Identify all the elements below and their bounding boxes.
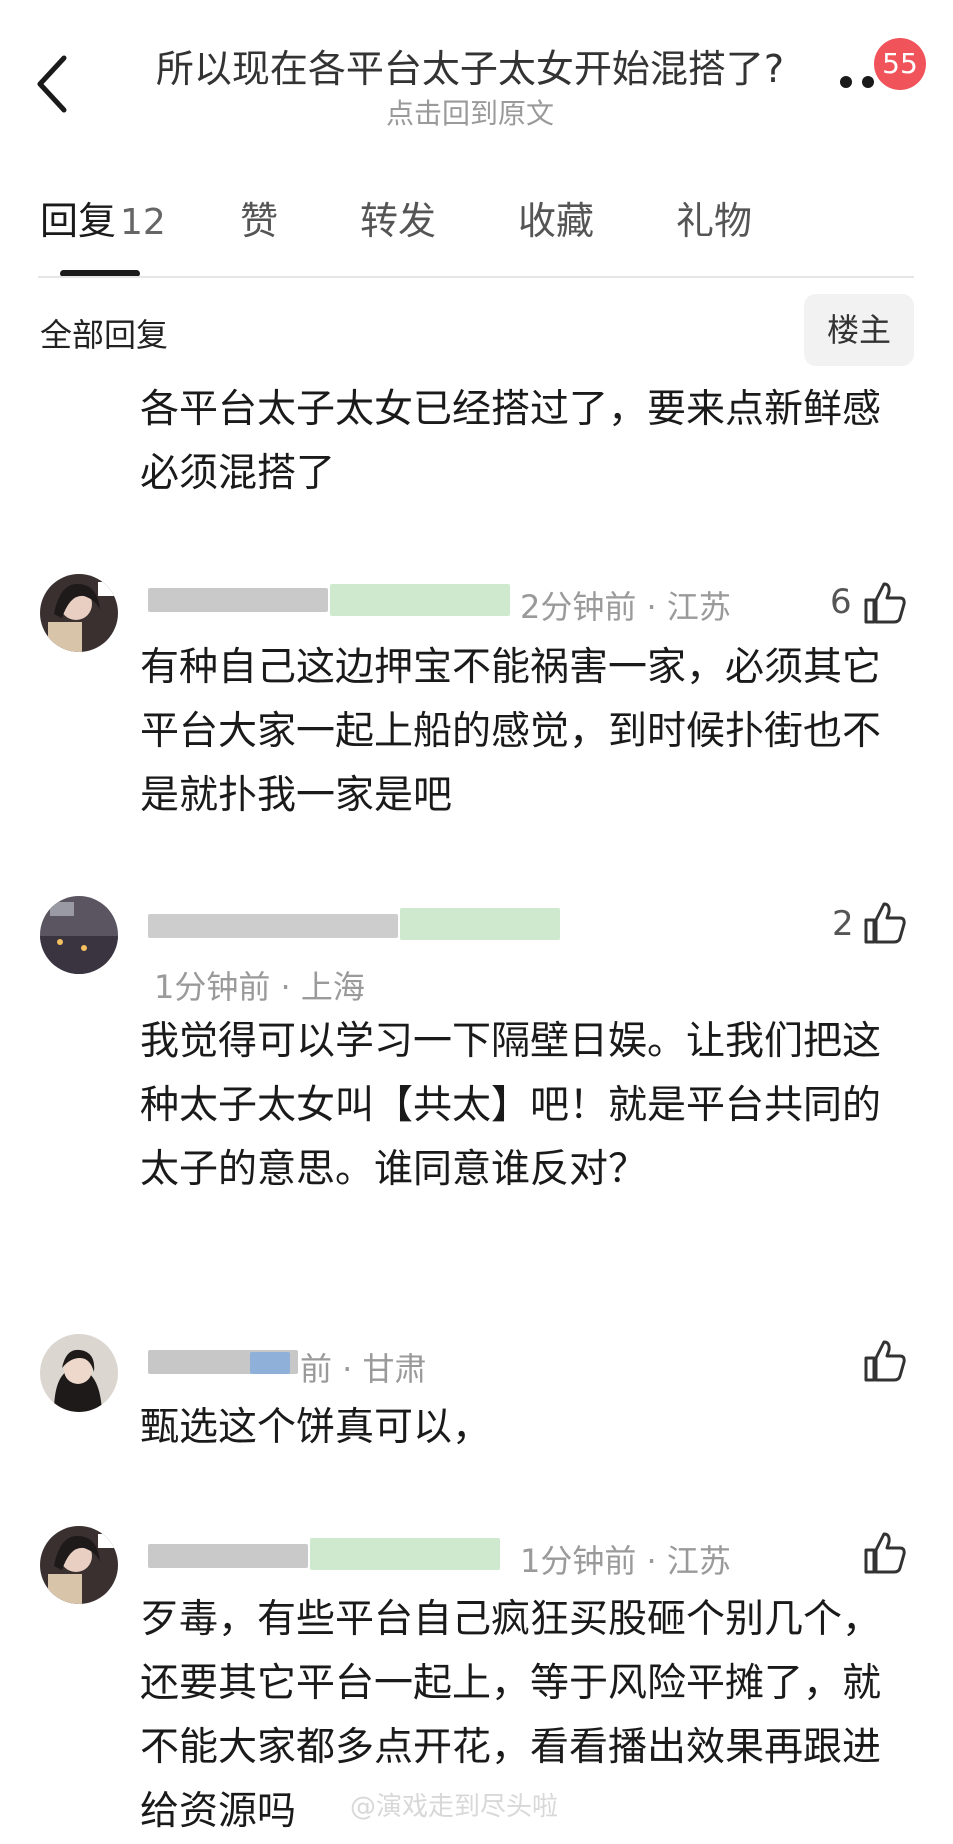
- all-replies-label: 全部回复: [40, 316, 169, 354]
- top-bar: 所以现在各平台太子太女开始混搭了? 点击回到原文 55: [0, 0, 953, 140]
- like-count: 2: [832, 904, 854, 944]
- tab-divider: [38, 276, 914, 278]
- tab-favorites[interactable]: 收藏: [518, 190, 594, 245]
- op-only-button[interactable]: 楼主: [804, 294, 914, 366]
- username-blurred[interactable]: [148, 1544, 308, 1568]
- user-badge-blurred: [330, 584, 510, 616]
- username-blurred[interactable]: [148, 914, 398, 938]
- comment-meta: 1分钟前 · 上海: [154, 968, 365, 1006]
- avatar[interactable]: [40, 1526, 118, 1604]
- tab-gifts[interactable]: 礼物: [676, 190, 752, 245]
- user-badge-blurred: [400, 908, 560, 940]
- comment-meta: 2分钟前 · 江苏: [520, 588, 731, 626]
- thumbs-up-icon[interactable]: [862, 1530, 908, 1576]
- avatar[interactable]: [40, 896, 118, 974]
- comment-meta: 前 · 甘肃: [300, 1350, 427, 1388]
- comment-text: 各平台太子太女已经搭过了，要来点新鲜感必须混搭了: [140, 387, 882, 496]
- avatar[interactable]: [40, 574, 118, 652]
- comment-text: 有种自己这边押宝不能祸害一家，必须其它平台大家一起上船的感觉，到时候扑街也不是就…: [140, 645, 882, 818]
- tab-reposts[interactable]: 转发: [360, 190, 436, 245]
- thumbs-up-icon[interactable]: [862, 900, 908, 946]
- user-badge-blurred: [250, 1352, 290, 1374]
- post-title[interactable]: 所以现在各平台太子太女开始混搭了?: [130, 38, 810, 93]
- notification-badge[interactable]: 55: [874, 38, 926, 90]
- tab-replies-label: 回复: [40, 199, 117, 243]
- avatar[interactable]: [40, 1334, 118, 1412]
- tab-bar: 回复 12 赞 转发 收藏 礼物: [0, 190, 953, 280]
- back-arrow-icon[interactable]: [34, 54, 70, 114]
- comment-meta: 1分钟前 · 江苏: [520, 1542, 731, 1580]
- like-count: 6: [830, 582, 852, 622]
- user-badge-blurred: [310, 1538, 500, 1570]
- tab-replies[interactable]: 回复 12: [40, 190, 166, 245]
- comment-text: 甄选这个饼真可以，: [140, 1405, 492, 1450]
- username-blurred[interactable]: [148, 588, 328, 612]
- tab-replies-count: 12: [120, 202, 166, 243]
- thumbs-up-icon[interactable]: [862, 580, 908, 626]
- tab-likes[interactable]: 赞: [240, 190, 278, 245]
- watermark: @演戏走到尽头啦: [350, 1792, 559, 1822]
- thumbs-up-icon[interactable]: [862, 1338, 908, 1384]
- back-to-original-link[interactable]: 点击回到原文: [130, 92, 810, 132]
- comment-text: 我觉得可以学习一下隔壁日娱。让我们把这种太子太女叫【共太】吧！就是平台共同的太子…: [140, 1019, 882, 1192]
